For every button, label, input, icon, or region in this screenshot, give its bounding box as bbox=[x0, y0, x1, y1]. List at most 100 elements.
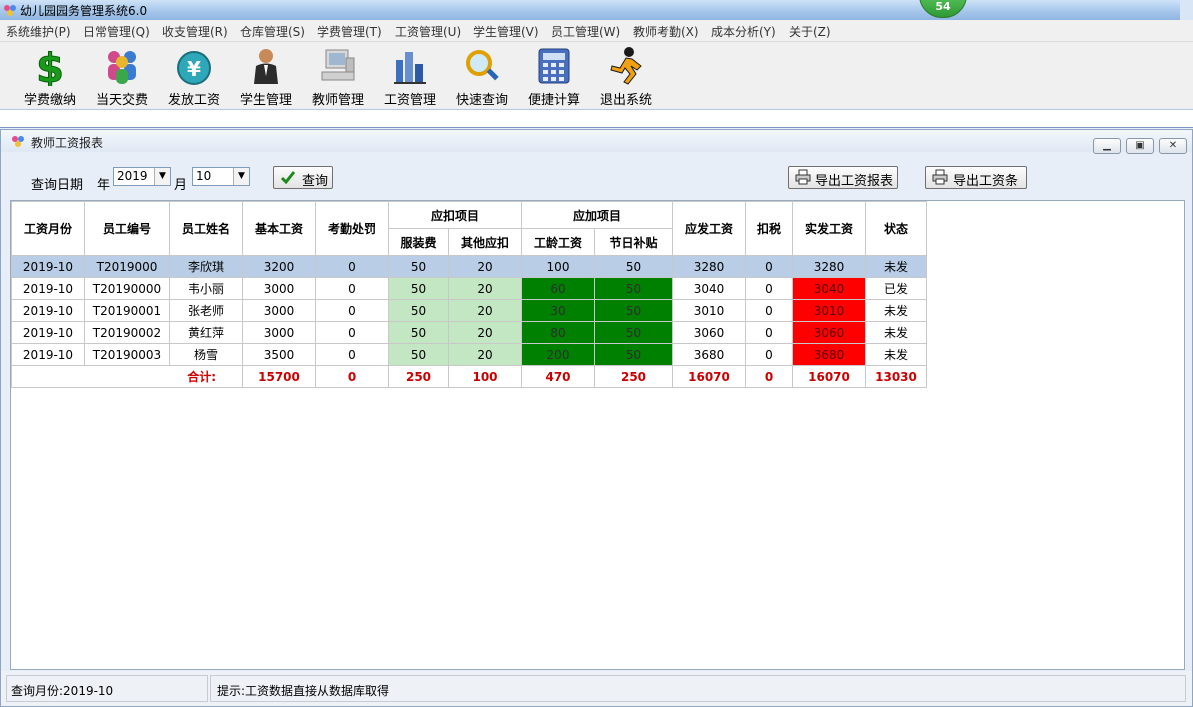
table-row[interactable]: 2019-10 T20190002 黄红萍 3000 0 50 20 80 50… bbox=[11, 321, 927, 344]
toolbar-exit-button[interactable]: 退出系统 bbox=[592, 44, 660, 108]
menu-finance[interactable]: 收支管理(R) bbox=[162, 23, 228, 40]
person-icon bbox=[254, 49, 278, 84]
col-net-header[interactable]: 实发工资 bbox=[792, 201, 866, 256]
cell-name: 张老师 bbox=[169, 299, 243, 322]
export-slip-label: 导出工资条 bbox=[953, 174, 1019, 189]
chevron-down-icon[interactable]: ▼ bbox=[233, 168, 249, 185]
cell-month: 2019-10 bbox=[11, 277, 85, 300]
col-holiday-header[interactable]: 节日补贴 bbox=[594, 228, 673, 256]
query-button[interactable]: 查询 bbox=[273, 166, 333, 189]
menu-about[interactable]: 关于(Z) bbox=[789, 23, 831, 40]
col-empno-header[interactable]: 员工编号 bbox=[84, 201, 170, 256]
table-row[interactable]: 2019-10 T20190001 张老师 3000 0 50 20 30 50… bbox=[11, 299, 927, 322]
toolbar-quicksearch-button[interactable]: 快速查询 bbox=[448, 44, 516, 108]
menu-daily[interactable]: 日常管理(Q) bbox=[83, 23, 150, 40]
menu-staff[interactable]: 员工管理(W) bbox=[551, 23, 620, 40]
restore-button[interactable]: ▣ bbox=[1126, 138, 1154, 154]
titlebar-edge bbox=[1180, 0, 1193, 20]
toolbar-separator bbox=[0, 109, 1193, 128]
export-slip-button[interactable]: 导出工资条 bbox=[925, 166, 1027, 189]
title-bar: 幼儿园园务管理系统6.0 54 bbox=[0, 0, 1193, 20]
cell-seniority: 30 bbox=[521, 299, 595, 322]
toolbar-salary-button[interactable]: 工资管理 bbox=[376, 44, 444, 108]
cell-month: 2019-10 bbox=[11, 321, 85, 344]
toolbar-daypay-button[interactable]: 当天交费 bbox=[88, 44, 156, 108]
month-select[interactable]: 10 ▼ bbox=[192, 167, 250, 186]
menu-attendance[interactable]: 教师考勤(X) bbox=[633, 23, 699, 40]
total-penalty: 0 bbox=[315, 365, 389, 388]
menu-cost[interactable]: 成本分析(Y) bbox=[711, 23, 776, 40]
total-label: 合计: bbox=[11, 365, 243, 388]
cell-clothing: 50 bbox=[388, 299, 449, 322]
cell-otherdeduct: 20 bbox=[448, 299, 522, 322]
col-tax-header[interactable]: 扣税 bbox=[745, 201, 793, 256]
total-status: 13030 bbox=[865, 365, 927, 388]
cell-status: 未发 bbox=[865, 255, 927, 278]
month-value: 10 bbox=[196, 169, 212, 183]
toolbar-tuition-button[interactable]: $ 学费缴纳 bbox=[16, 44, 84, 108]
cell-penalty: 0 bbox=[315, 321, 389, 344]
menu-salary[interactable]: 工资管理(U) bbox=[395, 23, 461, 40]
cell-gross: 3280 bbox=[672, 255, 746, 278]
col-seniority-header[interactable]: 工龄工资 bbox=[521, 228, 595, 256]
col-clothing-header[interactable]: 服装费 bbox=[388, 228, 449, 256]
toolbar-label: 快速查询 bbox=[455, 93, 508, 108]
cell-name: 韦小丽 bbox=[169, 277, 243, 300]
child-window-title: 教师工资报表 bbox=[31, 136, 104, 150]
col-status-header[interactable]: 状态 bbox=[865, 201, 927, 256]
toolbar-student-button[interactable]: 学生管理 bbox=[232, 44, 300, 108]
total-holiday: 250 bbox=[594, 365, 673, 388]
close-icon: ✕ bbox=[1168, 140, 1178, 151]
cell-otherdeduct: 20 bbox=[448, 321, 522, 344]
computer-icon bbox=[321, 49, 355, 81]
status-hint: 提示:工资数据直接从数据库取得 bbox=[217, 684, 390, 698]
cell-holiday: 50 bbox=[594, 255, 673, 278]
year-select[interactable]: 2019 ▼ bbox=[113, 167, 171, 186]
cell-name: 李欣琪 bbox=[169, 255, 243, 278]
col-otherdeduct-header[interactable]: 其他应扣 bbox=[448, 228, 522, 256]
menu-system[interactable]: 系统维护(P) bbox=[6, 23, 71, 40]
table-row[interactable]: 2019-10 T2019000 李欣琪 3200 0 50 20 100 50… bbox=[11, 255, 927, 278]
cell-base: 3000 bbox=[242, 277, 316, 300]
salary-grid[interactable]: 工资月份 员工编号 员工姓名 基本工资 考勤处罚 应扣项目 应加项目 应发工资 … bbox=[10, 200, 1185, 670]
total-gross: 16070 bbox=[672, 365, 746, 388]
col-base-header[interactable]: 基本工资 bbox=[242, 201, 316, 256]
cell-net: 3040 bbox=[792, 277, 866, 300]
cell-empno: T20190002 bbox=[84, 321, 170, 344]
cell-status: 未发 bbox=[865, 343, 927, 366]
menu-tuition[interactable]: 学费管理(T) bbox=[317, 23, 382, 40]
toolbar-paysalary-button[interactable]: ¥ 发放工资 bbox=[160, 44, 228, 108]
totals-row: 合计: 15700 0 250 100 470 250 16070 0 1607… bbox=[11, 365, 927, 388]
cell-penalty: 0 bbox=[315, 343, 389, 366]
toolbar-teacher-button[interactable]: 教师管理 bbox=[304, 44, 372, 108]
table-row[interactable]: 2019-10 T20190003 杨雪 3500 0 50 20 200 50… bbox=[11, 343, 927, 366]
close-button[interactable]: ✕ bbox=[1159, 138, 1187, 154]
minimize-button[interactable]: ▁ bbox=[1093, 138, 1121, 154]
year-value: 2019 bbox=[117, 169, 148, 183]
col-penalty-header[interactable]: 考勤处罚 bbox=[315, 201, 389, 256]
salary-report-window: 教师工资报表 ▁ ▣ ✕ 查询日期 年 2019 ▼ 月 10 ▼ 查询 导出工… bbox=[0, 129, 1193, 707]
notification-badge[interactable]: 54 bbox=[919, 0, 967, 18]
col-name-header[interactable]: 员工姓名 bbox=[169, 201, 243, 256]
col-gross-header[interactable]: 应发工资 bbox=[672, 201, 746, 256]
cell-base: 3000 bbox=[242, 321, 316, 344]
cell-holiday: 50 bbox=[594, 343, 673, 366]
app-icon bbox=[4, 5, 16, 16]
table-row[interactable]: 2019-10 T20190000 韦小丽 3000 0 50 20 60 50… bbox=[11, 277, 927, 300]
export-report-button[interactable]: 导出工资报表 bbox=[788, 166, 898, 189]
salary-table: 工资月份 员工编号 员工姓名 基本工资 考勤处罚 应扣项目 应加项目 应发工资 … bbox=[11, 201, 927, 388]
deduct-group-header: 应扣项目 bbox=[388, 201, 522, 229]
cell-name: 黄红萍 bbox=[169, 321, 243, 344]
total-net: 16070 bbox=[792, 365, 866, 388]
cell-month: 2019-10 bbox=[11, 255, 85, 278]
svg-text:$: $ bbox=[36, 46, 64, 86]
menu-student[interactable]: 学生管理(V) bbox=[473, 23, 539, 40]
chevron-down-icon[interactable]: ▼ bbox=[154, 168, 170, 185]
col-month-header[interactable]: 工资月份 bbox=[11, 201, 85, 256]
cell-gross: 3010 bbox=[672, 299, 746, 322]
toolbar-calculator-button[interactable]: 便捷计算 bbox=[520, 44, 588, 108]
export-report-label: 导出工资报表 bbox=[815, 174, 894, 189]
checkmark-icon bbox=[280, 171, 296, 185]
menu-warehouse[interactable]: 仓库管理(S) bbox=[240, 23, 305, 40]
cell-clothing: 50 bbox=[388, 255, 449, 278]
